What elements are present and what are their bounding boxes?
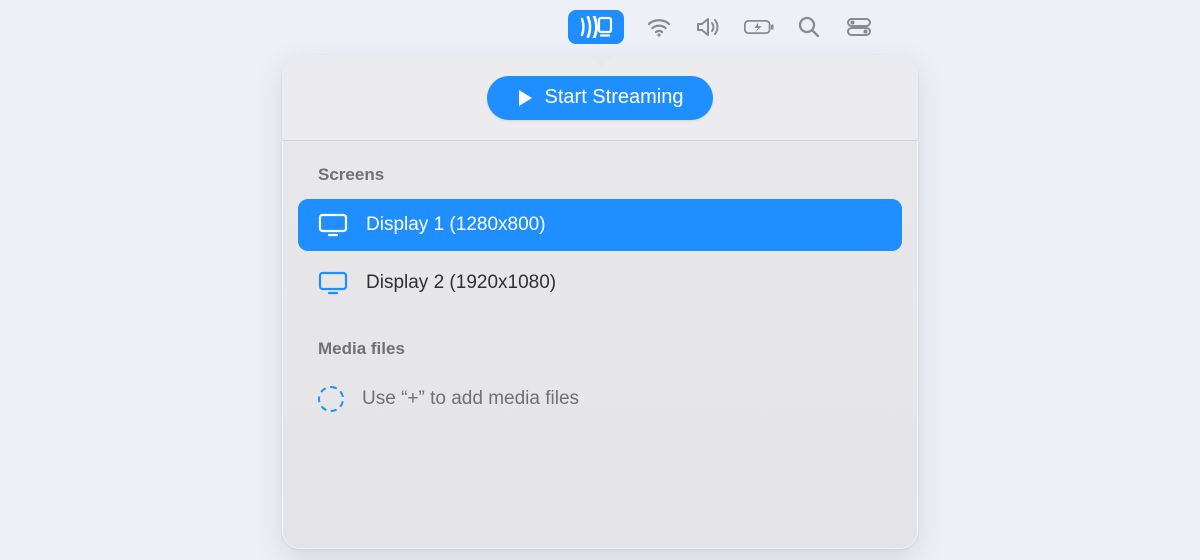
display-icon	[318, 213, 348, 237]
display-icon	[318, 271, 348, 295]
screens-section-label: Screens	[282, 141, 918, 199]
media-placeholder-row[interactable]: Use “+” to add media files	[298, 373, 902, 425]
screen-item-label: Display 2 (1920x1080)	[366, 272, 556, 294]
streaming-popover: Start Streaming Screens Display 1 (1280x…	[282, 55, 918, 549]
battery-charging-icon[interactable]	[744, 12, 774, 42]
search-icon[interactable]	[794, 12, 824, 42]
control-center-icon[interactable]	[844, 12, 874, 42]
media-placeholder-text: Use “+” to add media files	[362, 388, 579, 410]
wifi-icon[interactable]	[644, 12, 674, 42]
screen-item-display-2[interactable]: Display 2 (1920x1080)	[298, 257, 902, 309]
menubar	[568, 10, 874, 44]
screen-item-display-1[interactable]: Display 1 (1280x800)	[298, 199, 902, 251]
media-section-label: Media files	[282, 315, 918, 373]
start-streaming-button[interactable]: Start Streaming	[487, 76, 714, 120]
menubar-cast-icon[interactable]	[568, 10, 624, 44]
start-streaming-label: Start Streaming	[545, 86, 684, 109]
volume-icon[interactable]	[694, 12, 724, 42]
play-icon	[517, 89, 533, 107]
add-placeholder-icon	[318, 386, 344, 412]
screens-list: Display 1 (1280x800) Display 2 (1920x108…	[282, 199, 918, 309]
media-files-list: Use “+” to add media files	[282, 373, 918, 425]
popover-header: Start Streaming	[282, 55, 918, 141]
screen-item-label: Display 1 (1280x800)	[366, 214, 546, 236]
